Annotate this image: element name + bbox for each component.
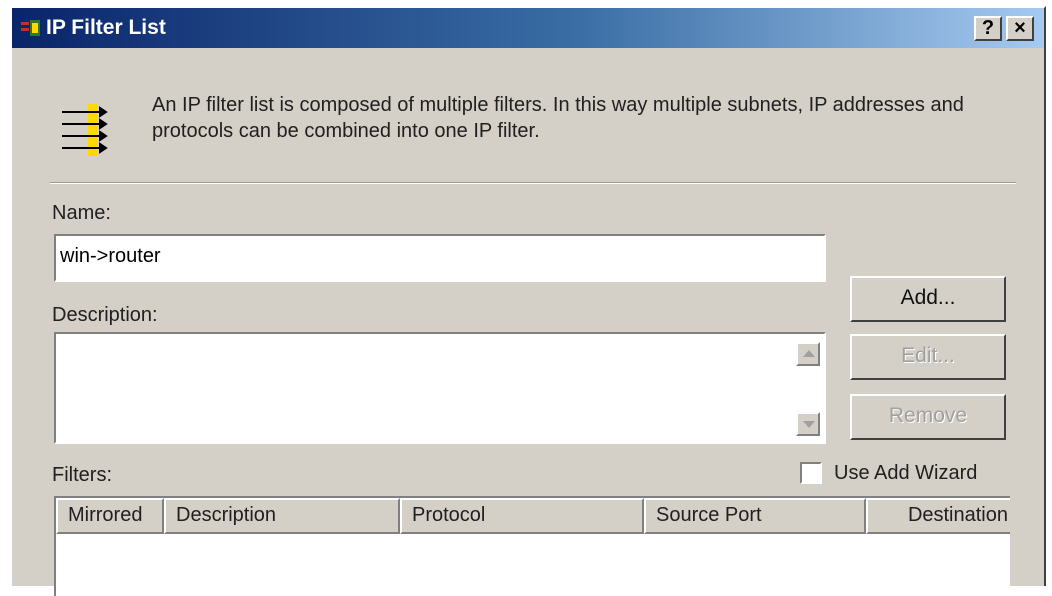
scroll-down-arrow-icon [803, 421, 815, 428]
intro-text: An IP filter list is composed of multipl… [152, 94, 964, 142]
use-add-wizard-checkbox[interactable] [800, 462, 822, 484]
title-bar[interactable]: IP Filter List ? × [12, 8, 1044, 48]
separator [50, 182, 1016, 184]
column-header-description[interactable]: Description [164, 498, 400, 534]
help-button[interactable]: ? [974, 16, 1002, 41]
scroll-up-arrow-icon [803, 350, 815, 357]
dialog-title: IP Filter List [46, 16, 166, 39]
column-header-mirrored[interactable]: Mirrored [56, 498, 164, 534]
add-button[interactable]: Add... [850, 276, 1006, 322]
table-header: Mirrored Description Protocol Source Por… [56, 498, 1010, 534]
edit-button[interactable]: Edit... [850, 334, 1006, 380]
filter-list-icon [62, 104, 108, 156]
remove-button[interactable]: Remove [850, 394, 1006, 440]
column-header-source-port[interactable]: Source Port [644, 498, 866, 534]
name-field[interactable]: win->router [54, 234, 826, 282]
filter-app-icon [21, 20, 40, 36]
close-button[interactable]: × [1006, 16, 1034, 41]
scroll-up-button[interactable] [796, 342, 820, 366]
filters-table[interactable]: Mirrored Description Protocol Source Por… [54, 496, 1010, 596]
scroll-down-button[interactable] [796, 412, 820, 436]
ip-filter-list-dialog: IP Filter List ? × An IP filter list is … [10, 6, 1046, 596]
description-field[interactable] [54, 332, 826, 444]
description-label: Description: [52, 304, 158, 326]
name-label: Name: [52, 202, 111, 224]
filters-label: Filters: [52, 464, 112, 486]
column-header-destination[interactable]: Destination [866, 498, 1010, 534]
column-header-protocol[interactable]: Protocol [400, 498, 644, 534]
use-add-wizard-label[interactable]: Use Add Wizard [834, 462, 977, 485]
